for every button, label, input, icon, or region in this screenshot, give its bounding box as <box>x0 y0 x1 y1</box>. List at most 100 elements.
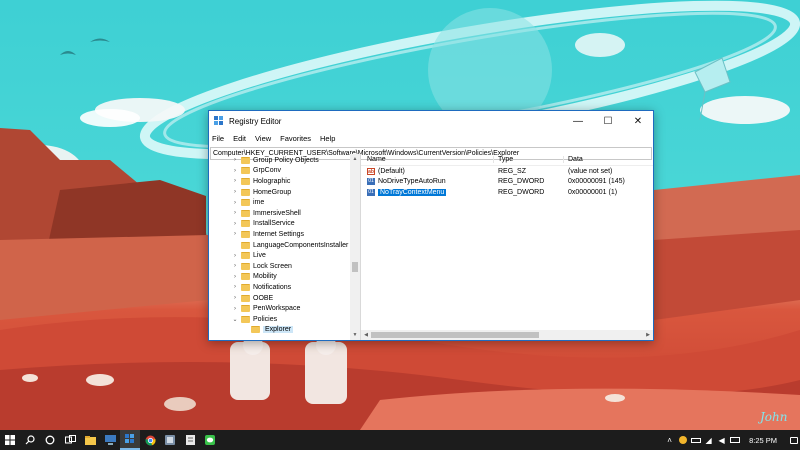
maximize-button[interactable]: ☐ <box>593 111 623 131</box>
tree-item-ime[interactable]: › ime <box>209 197 349 208</box>
tree-item-languagecomponentsinstaller[interactable]: LanguageComponentsInstaller <box>209 240 349 251</box>
folder-icon <box>241 230 250 238</box>
menu-help[interactable]: Help <box>320 134 335 143</box>
tree-item-label: Explorer <box>263 326 294 334</box>
notes-button[interactable] <box>180 430 200 450</box>
key-tree-pane[interactable]: › Group Policy Objects › GrpConv › Holographi… <box>209 154 361 340</box>
minimize-button[interactable]: — <box>563 111 593 131</box>
value-type: REG_DWORD <box>498 188 545 196</box>
scroll-right-arrow-icon[interactable]: ▶ <box>643 330 653 340</box>
registry-editor-taskbar-button[interactable] <box>120 430 140 450</box>
value-name: NoTrayContextMenu <box>378 188 447 196</box>
volume-icon[interactable]: ◀ <box>715 430 728 450</box>
tree-item-immersiveshell[interactable]: › ImmersiveShell <box>209 208 349 219</box>
scroll-left-arrow-icon[interactable]: ◀ <box>361 330 371 340</box>
line-app-icon <box>205 435 215 445</box>
keyboard-icon[interactable] <box>728 430 741 450</box>
chevron-right-icon[interactable]: › <box>230 306 240 312</box>
chevron-right-icon[interactable]: › <box>230 157 240 163</box>
chevron-right-icon[interactable]: › <box>230 284 240 290</box>
clock[interactable]: 8:25 PM <box>749 436 777 445</box>
column-header-type[interactable]: Type <box>494 156 564 163</box>
title-bar[interactable]: Registry Editor — ☐ ✕ <box>209 111 653 131</box>
tree-vertical-scrollbar[interactable]: ▲ ▼ <box>350 154 360 340</box>
tree-item-label: Live <box>253 252 266 260</box>
value-name-cell: 01 NoDriveTypeAutoRun <box>361 178 494 186</box>
tree-item-explorer[interactable]: Explorer <box>209 325 349 336</box>
chevron-right-icon[interactable]: › <box>230 231 240 237</box>
folder-icon <box>241 283 250 291</box>
tree-item-label: PenWorkspace <box>253 305 301 313</box>
scrollbar-thumb[interactable] <box>352 262 358 272</box>
tree-item-internet-settings[interactable]: › Internet Settings <box>209 229 349 240</box>
battery-icon[interactable] <box>689 430 702 450</box>
tree-item-penworkspace[interactable]: › PenWorkspace <box>209 303 349 314</box>
key-tree: › Group Policy Objects › GrpConv › Holographi… <box>209 155 349 335</box>
cortana-button[interactable] <box>40 430 60 450</box>
start-button[interactable] <box>0 430 20 450</box>
chevron-right-icon[interactable]: › <box>230 263 240 269</box>
tree-item-group-policy-objects[interactable]: › Group Policy Objects <box>209 155 349 166</box>
tree-item-oobe[interactable]: › OOBE <box>209 293 349 304</box>
chevron-right-icon[interactable]: › <box>230 178 240 184</box>
menu-edit[interactable]: Edit <box>233 134 246 143</box>
network-app-button[interactable] <box>100 430 120 450</box>
settings-app-button[interactable] <box>160 430 180 450</box>
scrollbar-thumb[interactable] <box>371 332 539 338</box>
tree-item-lock-screen[interactable]: › Lock Screen <box>209 261 349 272</box>
network-icon[interactable]: ◢ <box>702 430 715 450</box>
folder-icon <box>241 315 250 323</box>
chevron-down-icon[interactable]: ⌄ <box>230 316 240 323</box>
tree-item-homegroup[interactable]: › HomeGroup <box>209 187 349 198</box>
column-header-name[interactable]: Name <box>361 156 494 163</box>
tree-item-label: Lock Screen <box>253 262 292 270</box>
tree-item-label: Group Policy Objects <box>253 156 319 164</box>
tree-item-policies[interactable]: ⌄ Policies <box>209 314 349 325</box>
chevron-right-icon[interactable]: › <box>230 221 240 227</box>
value-type: REG_DWORD <box>498 178 545 186</box>
value-row[interactable]: ab (Default) REG_SZ (value not set) <box>361 166 653 177</box>
value-row[interactable]: 01 NoTrayContextMenu REG_DWORD 0x00000001 (… <box>361 187 653 198</box>
tree-item-holographic[interactable]: › Holographic <box>209 176 349 187</box>
registry-editor-window[interactable]: Registry Editor — ☐ ✕ File Edit View Fav… <box>208 110 654 341</box>
tree-item-installservice[interactable]: › InstallService <box>209 219 349 230</box>
close-button[interactable]: ✕ <box>623 111 653 131</box>
scroll-down-arrow-icon[interactable]: ▼ <box>350 330 360 340</box>
notes-icon <box>185 435 195 445</box>
value-row[interactable]: 01 NoDriveTypeAutoRun REG_DWORD 0x00000091 … <box>361 177 653 188</box>
values-header: Name Type Data <box>361 154 653 166</box>
chevron-right-icon[interactable]: › <box>230 168 240 174</box>
menu-favorites[interactable]: Favorites <box>280 134 311 143</box>
tree-item-notifications[interactable]: › Notifications <box>209 282 349 293</box>
values-horizontal-scrollbar[interactable]: ◀ ▶ <box>361 330 653 340</box>
column-header-data[interactable]: Data <box>564 156 583 163</box>
chevron-right-icon[interactable]: › <box>230 189 240 195</box>
search-button[interactable] <box>20 430 40 450</box>
chrome-icon <box>145 435 156 446</box>
tree-item-mobility[interactable]: › Mobility <box>209 272 349 283</box>
chevron-right-icon[interactable]: › <box>230 210 240 216</box>
line-app-button[interactable] <box>200 430 220 450</box>
tree-item-live[interactable]: › Live <box>209 250 349 261</box>
windows-logo-icon <box>5 435 15 445</box>
system-tray: ˄ ◢ ◀ 8:25 PM <box>663 430 800 450</box>
action-center-icon[interactable] <box>787 430 800 450</box>
folder-icon <box>241 252 250 260</box>
tree-item-label: LanguageComponentsInstaller <box>253 241 349 249</box>
tree-item-grpconv[interactable]: › GrpConv <box>209 166 349 177</box>
menu-file[interactable]: File <box>212 134 224 143</box>
chrome-button[interactable] <box>140 430 160 450</box>
chevron-right-icon[interactable]: › <box>230 200 240 206</box>
chevron-right-icon[interactable]: › <box>230 295 240 301</box>
file-explorer-button[interactable] <box>80 430 100 450</box>
chevron-right-icon[interactable]: › <box>230 253 240 259</box>
task-view-button[interactable] <box>60 430 80 450</box>
menu-view[interactable]: View <box>255 134 271 143</box>
show-hidden-icons-icon[interactable]: ˄ <box>663 430 676 450</box>
scroll-up-arrow-icon[interactable]: ▲ <box>350 154 360 164</box>
tree-item-label: ime <box>253 199 265 207</box>
chevron-right-icon[interactable]: › <box>230 274 240 280</box>
values-pane[interactable]: Name Type Data ab (Default) REG_SZ (value n… <box>361 154 653 340</box>
file-explorer-icon <box>84 435 96 445</box>
emoji-app-icon[interactable] <box>676 430 689 450</box>
